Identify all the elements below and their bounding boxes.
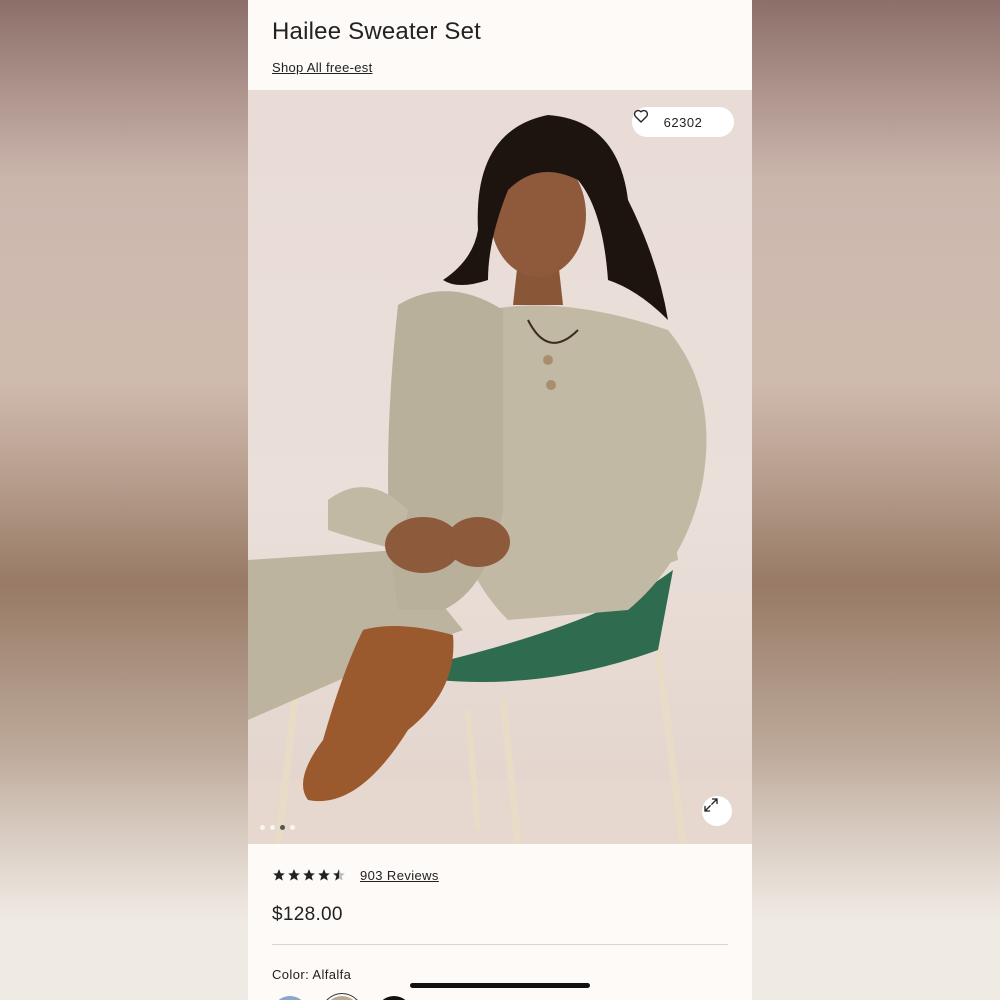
pagination-dot[interactable] <box>260 825 265 830</box>
expand-arrows-icon <box>704 798 718 812</box>
product-image[interactable]: 62302 <box>248 90 752 844</box>
background-blur-left <box>0 0 248 1000</box>
color-label: Color: Alfalfa <box>272 967 352 982</box>
heart-outline-icon <box>633 109 649 123</box>
pagination-dot[interactable] <box>270 825 275 830</box>
divider <box>272 944 728 945</box>
color-swatch[interactable] <box>272 996 308 1000</box>
star-icon <box>273 869 285 881</box>
color-swatch-selected[interactable] <box>324 996 360 1000</box>
color-swatch[interactable] <box>376 996 412 1000</box>
expand-image-button[interactable] <box>702 796 732 826</box>
star-icon <box>303 869 315 881</box>
star-half-icon <box>333 869 345 881</box>
product-price: $128.00 <box>272 904 343 925</box>
star-icon <box>288 869 300 881</box>
shop-all-link[interactable]: Shop All free-est <box>272 60 373 75</box>
home-indicator[interactable] <box>410 983 590 988</box>
rating-row: 903 Reviews <box>272 866 728 884</box>
gallery-pagination <box>260 825 295 830</box>
color-swatches <box>272 996 728 1000</box>
pagination-dot-active[interactable] <box>280 825 285 830</box>
star-rating <box>272 868 346 882</box>
reviews-link[interactable]: 903 Reviews <box>360 868 439 883</box>
star-icon <box>318 869 330 881</box>
product-header: Hailee Sweater Set Shop All free-est <box>248 0 752 90</box>
pagination-dot[interactable] <box>290 825 295 830</box>
product-page: Hailee Sweater Set Shop All free-est 623… <box>248 0 752 1000</box>
favorite-button[interactable]: 62302 <box>632 107 734 137</box>
product-photo-illustration <box>248 115 752 844</box>
background-blur-right <box>752 0 1000 1000</box>
product-title: Hailee Sweater Set <box>272 18 482 45</box>
favorites-count: 62302 <box>663 114 703 130</box>
product-info: 903 Reviews $128.00 Color: Alfalfa <box>248 844 752 1000</box>
